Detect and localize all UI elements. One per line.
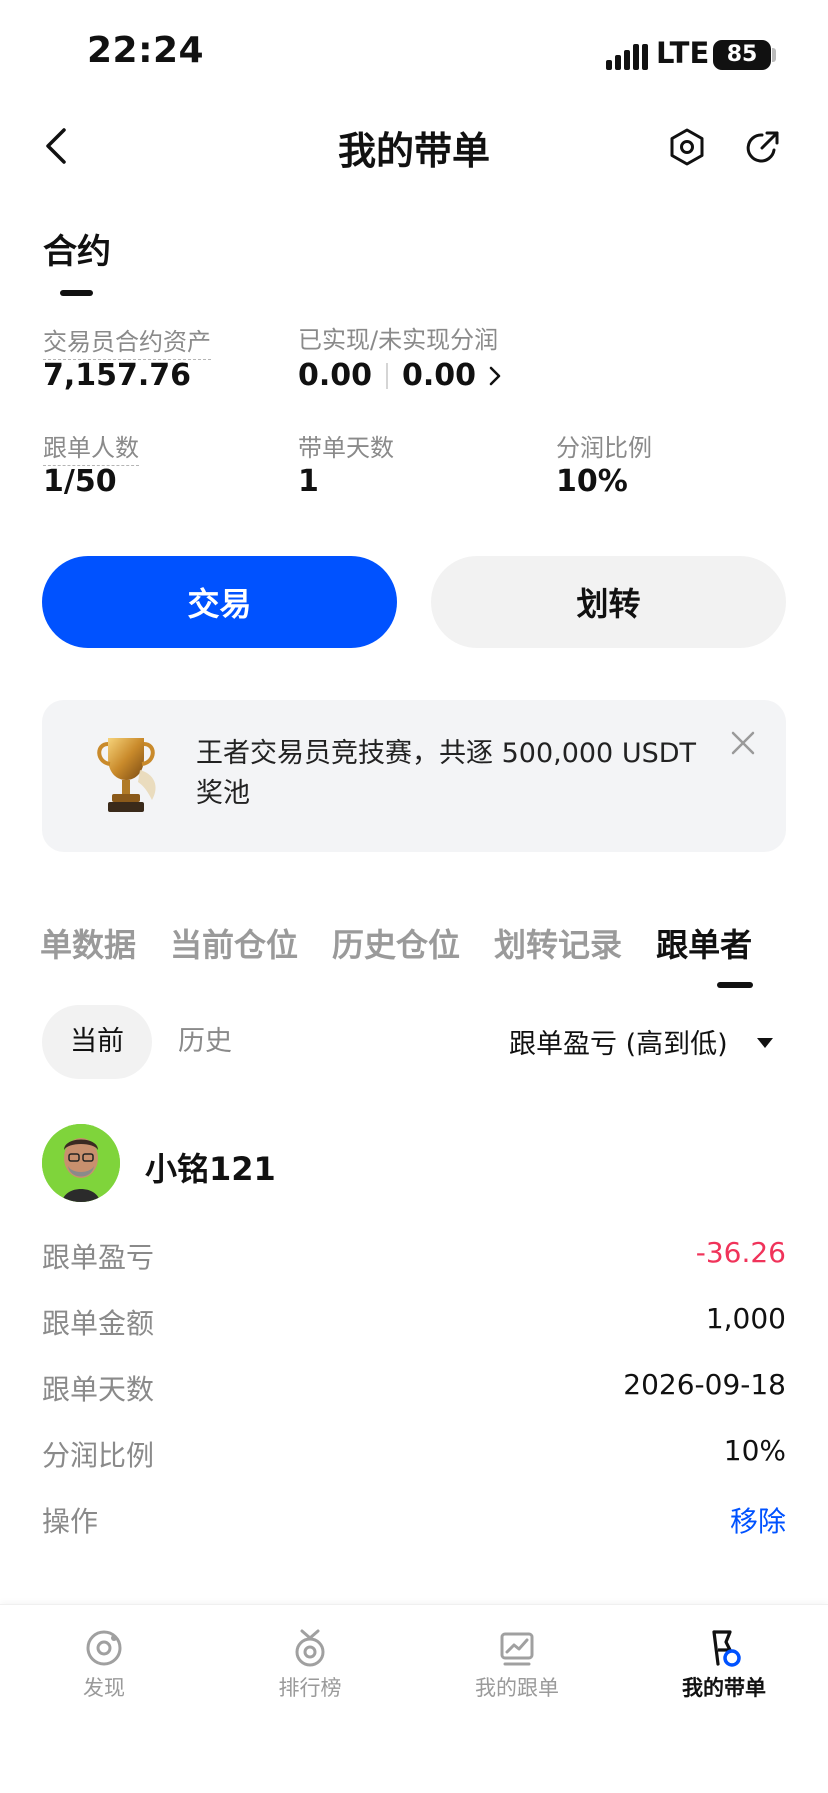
profit-share-row[interactable]: 0.00 0.00 bbox=[298, 358, 502, 393]
caret-down-icon[interactable] bbox=[756, 1036, 774, 1050]
share-icon[interactable] bbox=[744, 128, 782, 166]
lead-days-label: 带单天数 bbox=[298, 434, 394, 462]
follow-days-value: 2026-09-18 bbox=[623, 1368, 786, 1401]
banner-text[interactable]: 王者交易员竞技赛，共逐 500,000 USDT 奖池 bbox=[196, 734, 696, 814]
followers-label[interactable]: 跟单人数 bbox=[43, 428, 139, 466]
follower-name[interactable]: 小铭121 bbox=[145, 1144, 276, 1190]
trophy-icon bbox=[97, 738, 156, 812]
follow-pnl-value: -36.26 bbox=[695, 1236, 786, 1269]
trader-assets-label[interactable]: 交易员合约资产 bbox=[43, 322, 211, 360]
tab-current-positions[interactable]: 当前仓位 bbox=[170, 920, 298, 966]
flag-icon bbox=[712, 1630, 741, 1667]
tab-history-positions[interactable]: 历史仓位 bbox=[332, 920, 460, 966]
close-icon[interactable] bbox=[730, 730, 756, 756]
followers-value: 1/50 bbox=[43, 464, 117, 499]
remove-button[interactable]: 移除 bbox=[730, 1500, 786, 1540]
section-underline bbox=[60, 290, 93, 296]
tab-order-data[interactable]: 单数据 bbox=[40, 920, 136, 966]
chevron-right-icon bbox=[489, 366, 501, 385]
nav-label: 排行榜 bbox=[278, 1676, 342, 1700]
unrealized-profit: 0.00 bbox=[402, 358, 477, 393]
follow-share-label: 分润比例 bbox=[42, 1439, 155, 1472]
tab-followers[interactable]: 跟单者 bbox=[656, 920, 752, 966]
avatar[interactable] bbox=[42, 1124, 120, 1202]
signal-icon bbox=[606, 44, 648, 70]
chart-icon bbox=[500, 1632, 534, 1666]
filter-history[interactable]: 历史 bbox=[178, 1005, 232, 1079]
filter-current[interactable]: 当前 bbox=[42, 1005, 152, 1079]
share-ratio-value: 10% bbox=[556, 464, 628, 499]
active-tab-indicator bbox=[717, 982, 753, 988]
follow-share-value: 10% bbox=[723, 1434, 786, 1467]
lead-days-value: 1 bbox=[298, 464, 319, 499]
tab-bar: 单数据 当前仓位 历史仓位 划转记录 跟单者 bbox=[40, 920, 752, 966]
medal-icon bbox=[295, 1629, 325, 1667]
nav-label: 我的带单 bbox=[682, 1676, 766, 1700]
nav-leaderboard[interactable]: 排行榜 bbox=[230, 1628, 390, 1702]
nav-my-follow[interactable]: 我的跟单 bbox=[437, 1628, 597, 1702]
sort-dropdown[interactable]: 跟单盈亏 (高到低) bbox=[509, 1022, 728, 1061]
follow-amount-label: 跟单金额 bbox=[42, 1307, 155, 1340]
nav-discover[interactable]: 发现 bbox=[24, 1628, 184, 1702]
divider bbox=[386, 362, 389, 389]
nav-label: 发现 bbox=[83, 1676, 125, 1700]
settings-icon[interactable] bbox=[668, 128, 706, 166]
operation-label: 操作 bbox=[42, 1505, 99, 1538]
nav-label: 我的跟单 bbox=[475, 1676, 559, 1700]
realized-profit: 0.00 bbox=[298, 358, 373, 393]
network-type: LTE bbox=[656, 36, 710, 70]
profit-share-label: 已实现/未实现分润 bbox=[298, 326, 499, 354]
tab-transfer-records[interactable]: 划转记录 bbox=[494, 920, 622, 966]
battery-tip bbox=[772, 48, 776, 62]
follow-pnl-label: 跟单盈亏 bbox=[42, 1241, 155, 1274]
trade-button[interactable]: 交易 bbox=[42, 556, 397, 648]
status-time: 22:24 bbox=[87, 30, 205, 71]
nav-my-lead[interactable]: 我的带单 bbox=[644, 1628, 804, 1702]
transfer-button[interactable]: 划转 bbox=[431, 556, 786, 648]
follow-amount-value: 1,000 bbox=[705, 1302, 786, 1335]
share-ratio-label: 分润比例 bbox=[556, 434, 652, 462]
discover-icon bbox=[86, 1630, 122, 1666]
follow-days-label: 跟单天数 bbox=[42, 1373, 155, 1406]
trader-assets-value: 7,157.76 bbox=[43, 358, 192, 393]
battery-level: 85 bbox=[713, 40, 771, 70]
section-title: 合约 bbox=[43, 232, 111, 272]
